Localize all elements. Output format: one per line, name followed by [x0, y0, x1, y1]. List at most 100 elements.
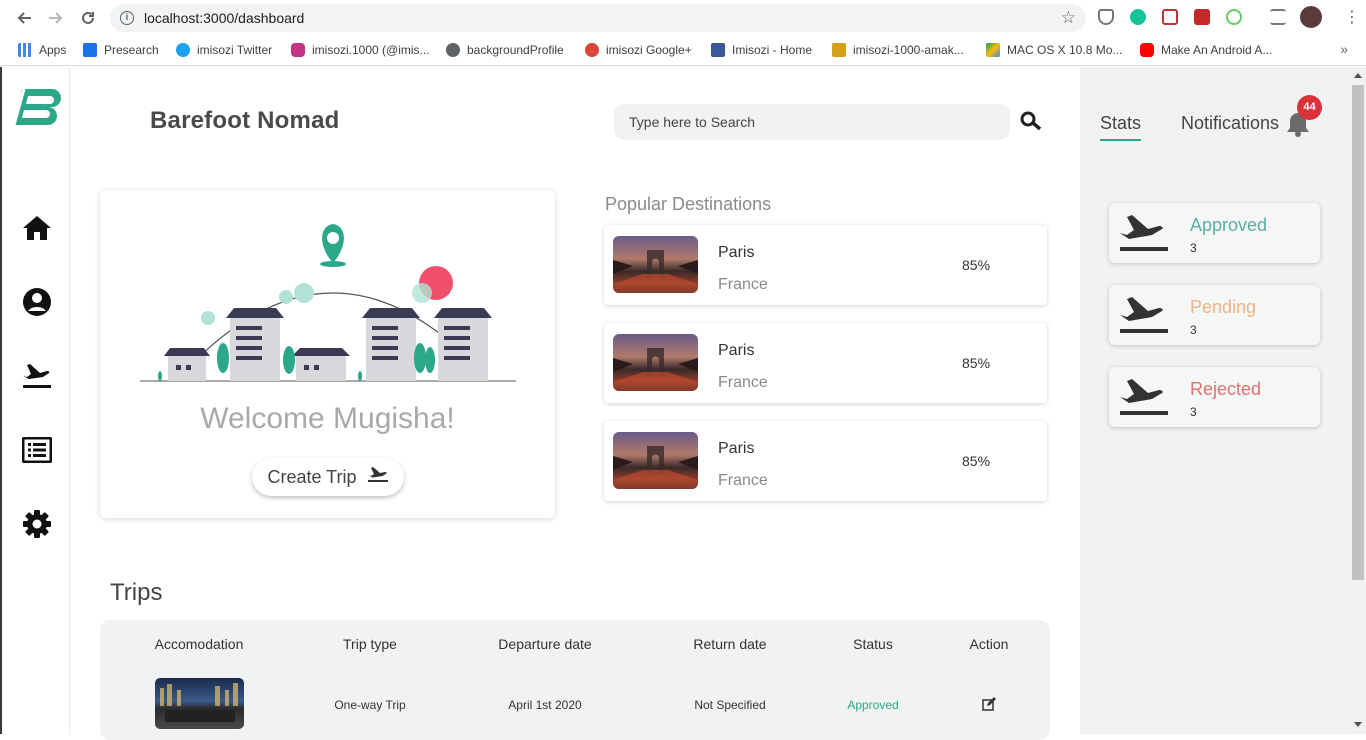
return-date-cell: Not Specified — [694, 698, 766, 712]
stat-label: Pending — [1190, 297, 1257, 317]
green-circle-extension-icon[interactable] — [1226, 9, 1242, 25]
tab-stats[interactable]: Stats — [1100, 113, 1141, 134]
create-trip-button[interactable]: Create Trip — [252, 458, 404, 496]
google-drive-icon — [986, 43, 1000, 57]
bookmark-mac-os[interactable]: MAC OS X 10.8 Mo... — [986, 43, 1122, 57]
bookmarks-bar: Apps Presearch imisozi Twitter imisozi.1… — [0, 36, 1366, 66]
presearch-icon — [83, 43, 97, 57]
bookmark-twitter[interactable]: imisozi Twitter — [176, 43, 272, 57]
stat-count: 3 — [1190, 323, 1197, 337]
column-header-return-date: Return date — [693, 636, 767, 652]
youtube-icon — [1140, 43, 1154, 57]
trips-title: Trips — [110, 579, 163, 606]
search-input[interactable] — [614, 104, 1010, 140]
tab-notifications[interactable]: Notifications — [1181, 113, 1279, 134]
notification-count-badge: 44 — [1297, 95, 1322, 120]
google-plus-icon — [585, 43, 599, 57]
scroll-down-arrow-icon[interactable] — [1354, 722, 1362, 727]
edit-icon[interactable] — [982, 697, 996, 714]
destination-country: France — [718, 472, 768, 489]
city-illustration — [140, 224, 516, 382]
grammarly-extension-icon[interactable] — [1130, 9, 1146, 25]
column-header-action: Action — [969, 636, 1009, 652]
barefoot-logo-icon[interactable] — [12, 87, 64, 127]
url-text: localhost:3000/dashboard — [144, 10, 305, 26]
right-panel: Stats Notifications 44 Approved 3 Pendin… — [1080, 67, 1350, 734]
settings-gear-icon[interactable] — [20, 507, 54, 541]
destination-card[interactable]: Paris France 85% — [604, 225, 1047, 305]
column-header-trip-type: Trip type — [343, 636, 397, 652]
popular-destinations-title: Popular Destinations — [605, 194, 772, 214]
destination-city: Paris — [718, 440, 755, 457]
pdf-extension-icon[interactable] — [1162, 9, 1178, 25]
column-header-status: Status — [853, 636, 893, 652]
scroll-up-arrow-icon[interactable] — [1354, 73, 1362, 78]
main-content: Barefoot Nomad Type here to Search Welco… — [70, 67, 1080, 740]
info-icon[interactable]: i — [120, 11, 134, 25]
scroll-thumb[interactable] — [1352, 85, 1364, 580]
stat-label: Rejected — [1190, 379, 1262, 399]
bookmark-google-plus[interactable]: imisozi Google+ — [585, 43, 692, 57]
column-header-departure-date: Departure date — [498, 636, 592, 652]
plane-takeoff-icon — [1118, 213, 1170, 253]
profile-avatar[interactable] — [1300, 6, 1322, 28]
destination-percent: 85% — [962, 355, 991, 371]
forward-icon[interactable] — [46, 8, 66, 28]
stat-card-approved[interactable]: Approved 3 — [1109, 203, 1320, 263]
back-icon[interactable] — [14, 8, 34, 28]
destination-country: France — [718, 276, 768, 293]
trips-table: Accomodation Trip type Departure date Re… — [100, 620, 1050, 740]
destination-city: Paris — [718, 244, 755, 261]
media-control-icon[interactable] — [1270, 9, 1286, 25]
red-extension-icon[interactable] — [1194, 9, 1210, 25]
trips-plane-icon[interactable] — [20, 359, 54, 393]
destination-card[interactable]: Paris France 85% — [604, 323, 1047, 403]
bookmark-imisozi-page[interactable]: imisozi-1000-amak... — [832, 43, 964, 57]
bookmark-apps[interactable]: Apps — [18, 43, 66, 57]
stat-count: 3 — [1190, 241, 1197, 255]
sidebar — [0, 67, 70, 734]
stat-label: Approved — [1190, 215, 1268, 235]
shield-extension-icon[interactable] — [1098, 9, 1114, 25]
kebab-menu-icon[interactable]: ⋮ — [1344, 7, 1360, 27]
destination-image — [613, 334, 698, 391]
globe-icon — [446, 43, 460, 57]
column-header-accommodation: Accomodation — [154, 636, 244, 652]
active-tab-indicator — [1100, 139, 1141, 141]
instagram-icon — [291, 43, 305, 57]
search-icon[interactable] — [1020, 111, 1042, 131]
list-icon[interactable] — [20, 433, 54, 467]
bookmark-star-icon[interactable]: ☆ — [1061, 8, 1076, 28]
bookmark-instagram[interactable]: imisozi.1000 (@imis... — [291, 43, 430, 57]
destination-image — [613, 236, 698, 293]
bookmark-background-profile[interactable]: backgroundProfile — [446, 43, 564, 57]
accommodation-image — [155, 678, 244, 729]
bookmark-facebook[interactable]: Imisozi - Home — [711, 43, 812, 57]
destination-card[interactable]: Paris France 85% — [604, 421, 1047, 501]
profile-icon[interactable] — [20, 285, 54, 319]
trip-type-cell: One-way Trip — [334, 698, 406, 712]
status-cell: Approved — [847, 698, 899, 712]
destination-image — [613, 432, 698, 489]
bookmark-android[interactable]: Make An Android A... — [1140, 43, 1272, 57]
page-scrollbar[interactable] — [1350, 67, 1366, 734]
stat-card-rejected[interactable]: Rejected 3 — [1109, 367, 1320, 427]
bookmark-presearch[interactable]: Presearch — [83, 43, 159, 57]
address-bar[interactable]: i localhost:3000/dashboard ☆ — [110, 4, 1086, 32]
twitter-icon — [176, 43, 190, 57]
bookmarks-overflow-icon[interactable]: » — [1340, 41, 1348, 57]
reload-icon[interactable] — [78, 8, 98, 28]
destination-percent: 85% — [962, 257, 991, 273]
stat-card-pending[interactable]: Pending 3 — [1109, 285, 1320, 345]
destination-city: Paris — [718, 342, 755, 359]
facebook-icon — [711, 43, 725, 57]
stat-count: 3 — [1190, 405, 1197, 419]
destination-percent: 85% — [962, 453, 991, 469]
app-title: Barefoot Nomad — [150, 107, 340, 134]
plane-takeoff-icon — [1118, 377, 1170, 417]
plane-takeoff-icon — [1118, 295, 1170, 335]
welcome-card: Welcome Mugisha! Create Trip — [100, 190, 555, 518]
browser-toolbar: i localhost:3000/dashboard ☆ ⋮ — [0, 0, 1366, 36]
home-icon[interactable] — [20, 211, 54, 245]
departure-date-cell: April 1st 2020 — [508, 698, 582, 712]
